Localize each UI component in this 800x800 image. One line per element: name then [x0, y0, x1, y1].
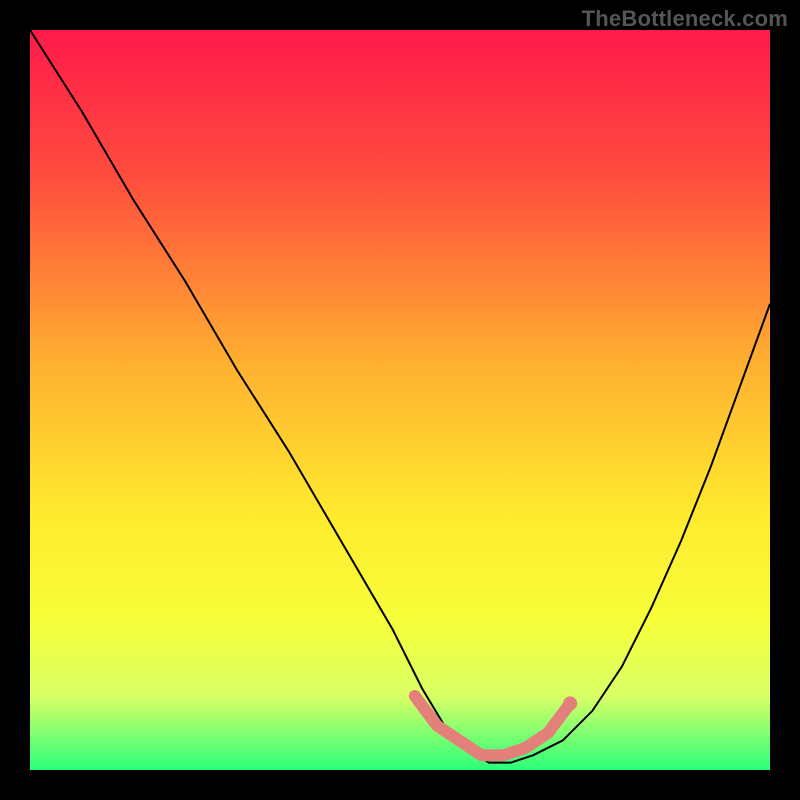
gradient-background: [30, 30, 770, 770]
chart-svg: [30, 30, 770, 770]
optimal-zone-end-marker: [563, 696, 577, 710]
chart-container: TheBottleneck.com: [0, 0, 800, 800]
plot-area: [30, 30, 770, 770]
watermark-text: TheBottleneck.com: [582, 6, 788, 32]
